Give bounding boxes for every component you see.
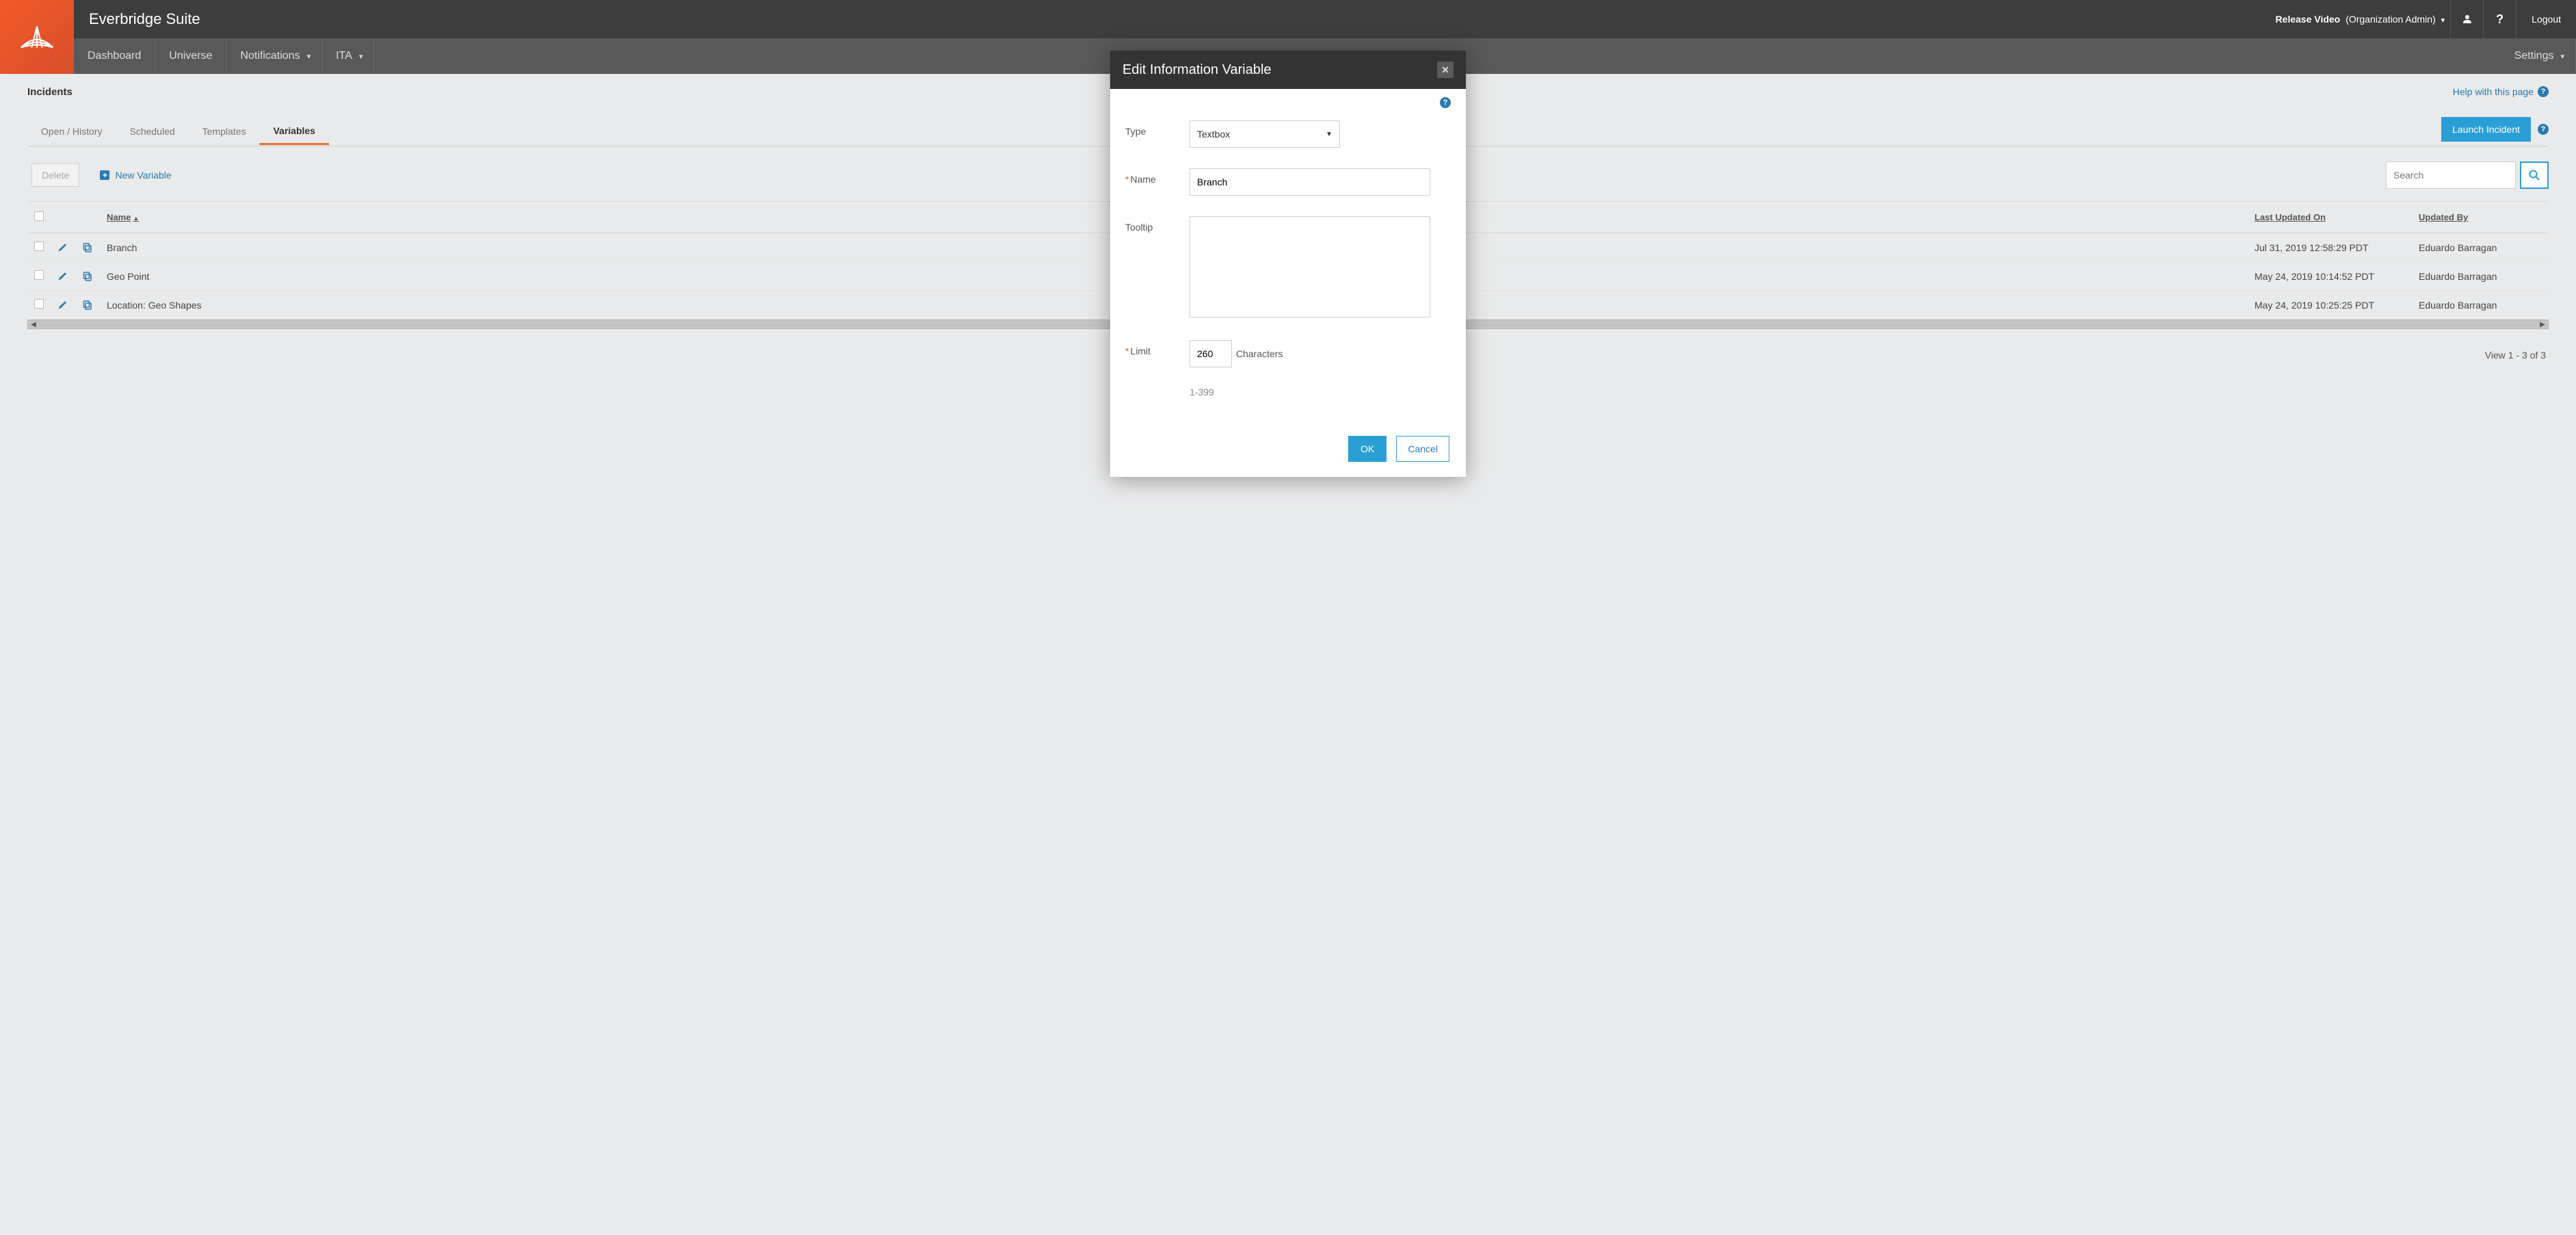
edit-variable-modal: Edit Information Variable ✕ ? Type Textb… bbox=[1110, 51, 1466, 477]
close-icon[interactable]: ✕ bbox=[1437, 62, 1454, 78]
modal-body: ? Type Textbox ▼ *Name Tooltip bbox=[1110, 89, 1466, 404]
characters-label: Characters bbox=[1236, 340, 1283, 367]
type-value: Textbox bbox=[1197, 129, 1230, 140]
ok-button[interactable]: OK bbox=[1348, 436, 1386, 462]
limit-hint: 1-399 bbox=[1190, 387, 1448, 398]
modal-title: Edit Information Variable bbox=[1122, 62, 1272, 78]
chevron-down-icon: ▼ bbox=[1326, 131, 1332, 138]
modal-help-icon[interactable]: ? bbox=[1440, 97, 1451, 108]
type-select[interactable]: Textbox ▼ bbox=[1190, 120, 1340, 148]
type-label: Type bbox=[1125, 120, 1190, 137]
modal-footer: OK Cancel bbox=[1110, 404, 1466, 477]
modal-overlay: Edit Information Variable ✕ ? Type Textb… bbox=[0, 0, 2576, 1235]
tooltip-label: Tooltip bbox=[1125, 216, 1190, 233]
name-label: Name bbox=[1130, 174, 1155, 185]
cancel-button[interactable]: Cancel bbox=[1396, 436, 1449, 462]
tooltip-textarea[interactable] bbox=[1190, 216, 1430, 317]
modal-header: Edit Information Variable ✕ bbox=[1110, 51, 1466, 89]
limit-input[interactable] bbox=[1190, 340, 1232, 367]
name-input[interactable] bbox=[1190, 168, 1430, 196]
limit-label: Limit bbox=[1130, 346, 1151, 356]
